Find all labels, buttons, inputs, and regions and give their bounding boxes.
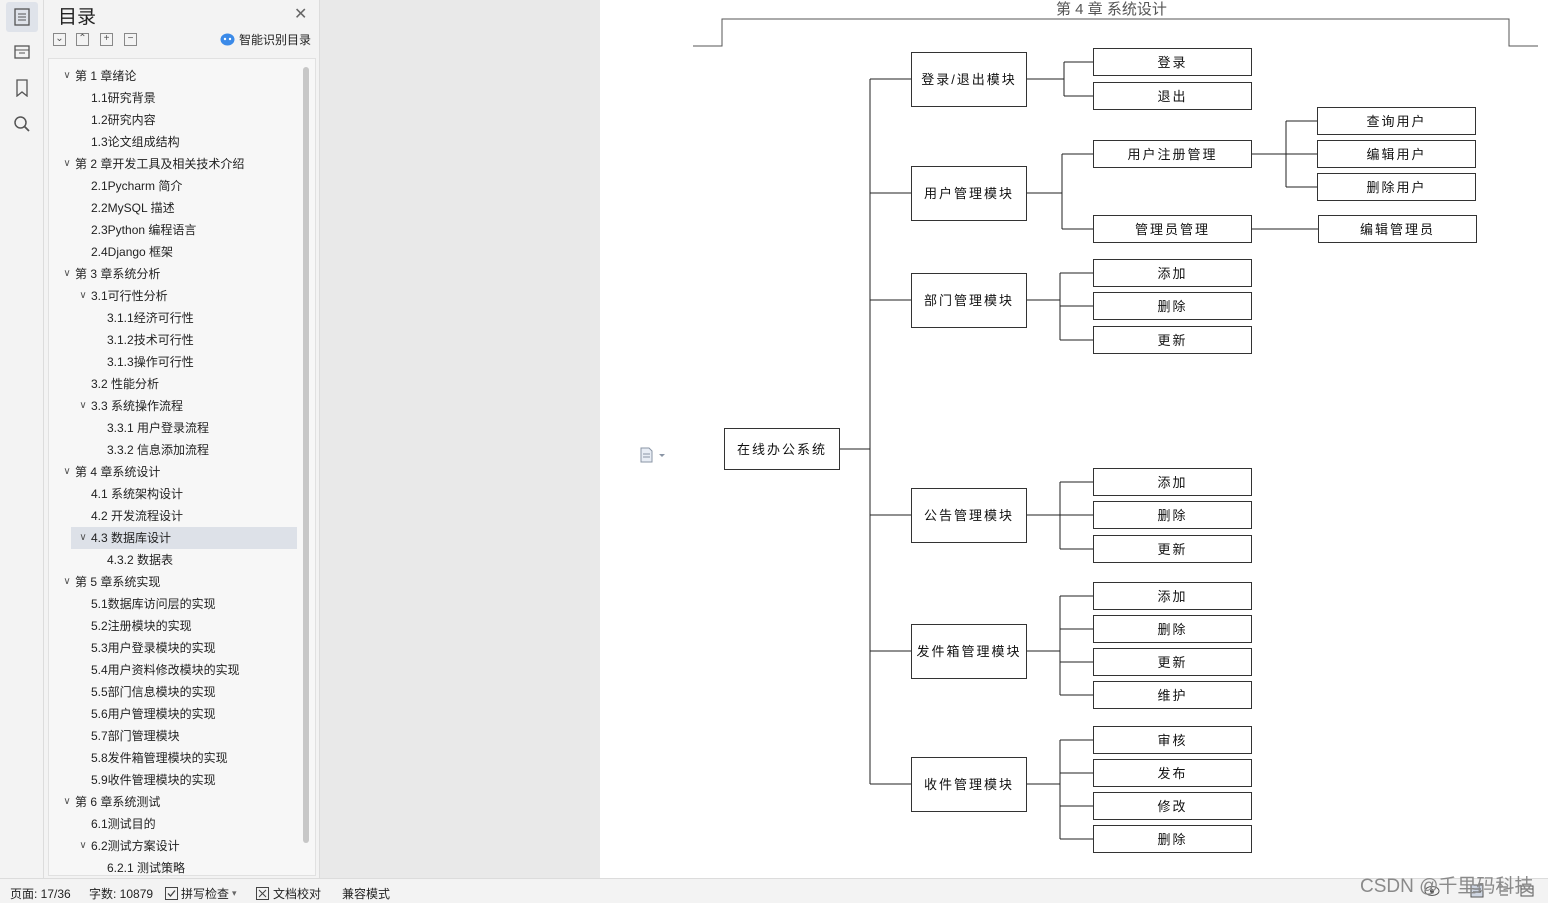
status-bar: 页面: 17/36 字数: 10879 拼写检查 ▾ 文档校对 兼容模式 bbox=[0, 878, 1548, 903]
leaf-node: 登录 bbox=[1093, 48, 1252, 76]
leaf-node: 添加 bbox=[1093, 582, 1252, 610]
module-node: 用户管理模块 bbox=[911, 166, 1027, 221]
leaf-node: 编辑管理员 bbox=[1318, 215, 1477, 243]
leaf-node: 维护 bbox=[1093, 681, 1252, 709]
checkbox-icon bbox=[165, 887, 178, 900]
submodule-node: 用户注册管理 bbox=[1093, 140, 1252, 168]
leaf-node: 审核 bbox=[1093, 726, 1252, 754]
leaf-node: 删除 bbox=[1093, 615, 1252, 643]
submodule-node: 管理员管理 bbox=[1093, 215, 1252, 243]
leaf-node: 删除 bbox=[1093, 501, 1252, 529]
module-node: 公告管理模块 bbox=[911, 488, 1027, 543]
word-count[interactable]: 字数: 10879 bbox=[89, 885, 153, 902]
module-node: 部门管理模块 bbox=[911, 273, 1027, 328]
proofread-icon bbox=[256, 887, 269, 900]
leaf-node: 退出 bbox=[1093, 82, 1252, 110]
leaf-node: 发布 bbox=[1093, 759, 1252, 787]
module-node: 登录/退出模块 bbox=[911, 52, 1027, 107]
watermark: CSDN @千里码科技 bbox=[1360, 876, 1534, 897]
module-node: 发件箱管理模块 bbox=[911, 624, 1027, 679]
leaf-node: 删除 bbox=[1093, 825, 1252, 853]
leaf-node: 更新 bbox=[1093, 326, 1252, 354]
leaf-node: 查询用户 bbox=[1317, 107, 1476, 135]
root-node: 在线办公系统 bbox=[724, 428, 840, 470]
leaf-node: 删除用户 bbox=[1317, 173, 1476, 201]
chevron-down-icon: ▾ bbox=[232, 888, 237, 898]
proofread-label: 文档校对 bbox=[273, 887, 322, 901]
spellcheck-button[interactable]: 拼写检查 ▾ bbox=[165, 885, 237, 902]
module-node: 收件管理模块 bbox=[911, 757, 1027, 812]
compat-mode: 兼容模式 bbox=[342, 887, 391, 901]
leaf-node: 编辑用户 bbox=[1317, 140, 1476, 168]
spellcheck-label: 拼写检查 bbox=[181, 887, 230, 901]
leaf-node: 删除 bbox=[1093, 292, 1252, 320]
leaf-node: 更新 bbox=[1093, 648, 1252, 676]
leaf-node: 添加 bbox=[1093, 468, 1252, 496]
leaf-node: 添加 bbox=[1093, 259, 1252, 287]
proofread-button[interactable]: 文档校对 bbox=[256, 885, 321, 902]
leaf-node: 修改 bbox=[1093, 792, 1252, 820]
leaf-node: 更新 bbox=[1093, 535, 1252, 563]
page-count[interactable]: 页面: 17/36 bbox=[10, 885, 71, 902]
